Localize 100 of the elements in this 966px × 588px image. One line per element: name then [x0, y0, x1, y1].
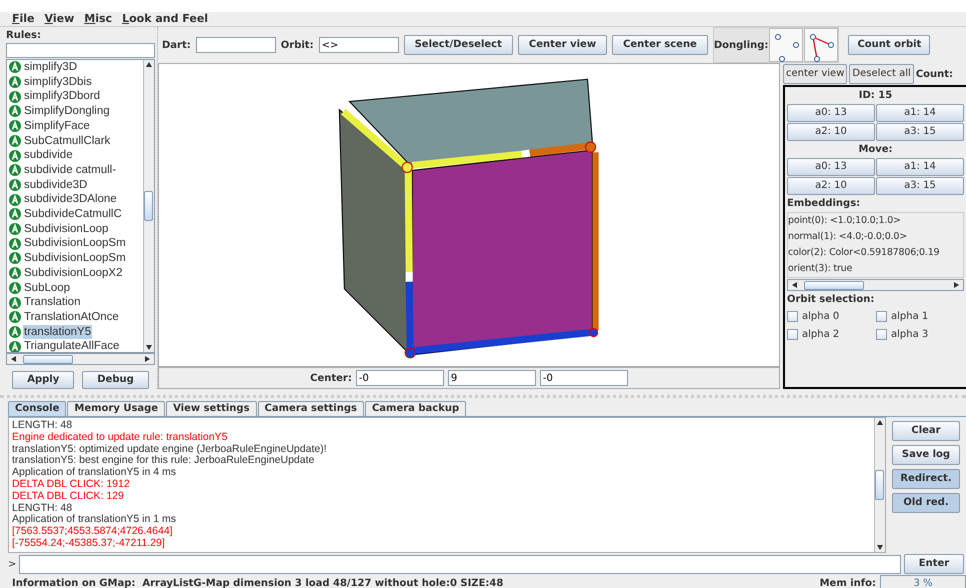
rule-icon — [9, 238, 21, 250]
console-button[interactable]: Redirect. — [892, 469, 960, 489]
toolbar-button[interactable]: Center scene — [612, 35, 708, 55]
console-button[interactable]: Save log — [892, 445, 960, 465]
alpha-button[interactable]: a0: 13 — [787, 158, 875, 176]
toolbar-button[interactable]: Select/Deselect — [404, 35, 513, 55]
enter-button[interactable]: Enter — [904, 554, 964, 574]
rule-icon — [9, 150, 21, 162]
command-field[interactable] — [19, 554, 901, 574]
console-line: Application of translationY5 in 1 ms — [12, 514, 178, 526]
rule-item[interactable]: SimplifyFace — [23, 118, 91, 134]
rule-item[interactable]: SubCatmullClark — [23, 134, 112, 148]
rule-item[interactable]: subdivide3DAlone — [23, 192, 118, 208]
center-coordinate-field[interactable]: -0 — [540, 370, 628, 386]
filter-field[interactable] — [6, 43, 155, 58]
count-label: Count: — [916, 68, 954, 82]
tab[interactable]: Camera backup — [364, 401, 466, 416]
checkbox[interactable] — [787, 311, 798, 322]
rule-item[interactable]: simplify3Dbord — [23, 89, 102, 104]
rule-item[interactable]: subdivide3D — [23, 178, 88, 192]
menu-item[interactable]: Misc — [84, 10, 112, 28]
rule-item[interactable]: TriangulateAllFace — [23, 339, 120, 352]
count-orbit-button[interactable]: Count orbit — [848, 35, 930, 55]
dongling-toggle[interactable] — [804, 28, 838, 62]
rule-icon — [9, 120, 21, 132]
status-info: Information on GMap: ArrayListG-Map dimension 3 load 48/127 without hole:0 SIZE:48 — [12, 576, 504, 588]
rule-item[interactable]: subdivide catmull- — [23, 162, 118, 178]
scrollbar-thumb[interactable] — [875, 470, 884, 500]
rule-icon — [9, 311, 21, 324]
console-button[interactable]: Clear — [892, 421, 960, 441]
tab[interactable]: View settings — [166, 401, 257, 416]
rule-item[interactable]: subdivide — [23, 148, 74, 163]
embeddings-label: Embeddings: — [787, 197, 862, 211]
center-coordinate-field[interactable]: 9 — [448, 370, 536, 386]
tab[interactable]: Camera settings — [258, 401, 364, 416]
alpha-button[interactable]: a0: 13 — [787, 104, 875, 122]
rule-icon — [9, 90, 21, 103]
rule-item[interactable]: SubdivisionLoopSm — [23, 236, 127, 252]
rule-item[interactable]: simplify3Dbis — [23, 74, 93, 90]
embedding-value: color(2): Color<0.59187806;0.19 — [788, 246, 940, 260]
dart-field[interactable] — [196, 37, 276, 53]
viewport-canvas[interactable] — [158, 63, 780, 367]
embedding-value: normal(1): <4.0;-0.0;0.0> — [788, 230, 908, 244]
console-button[interactable]: Old red. — [892, 493, 960, 513]
rule-icon — [9, 223, 21, 236]
scrollbar-thumb[interactable] — [804, 280, 864, 290]
scroll-down-icon[interactable] — [876, 543, 884, 551]
rule-item[interactable]: SubdivisionLoopSm — [23, 251, 127, 266]
scroll-up-icon[interactable] — [876, 419, 884, 427]
rule-item[interactable]: SimplifyDongling — [23, 104, 111, 119]
scrollbar-thumb[interactable] — [144, 191, 153, 221]
rule-action-button[interactable]: Apply — [12, 371, 74, 389]
console-line: LENGTH: 48 — [12, 420, 74, 432]
rule-icon — [9, 194, 21, 206]
tab[interactable]: Memory Usage — [67, 401, 166, 416]
checkbox[interactable] — [876, 329, 887, 340]
scroll-left-icon[interactable] — [10, 355, 18, 363]
checkbox-label: alpha 1 — [891, 310, 928, 324]
rule-action-button[interactable]: Debug — [82, 371, 149, 389]
scroll-right-icon[interactable] — [143, 355, 151, 363]
rule-item[interactable]: TranslationAtOnce — [23, 310, 120, 325]
scroll-left-icon[interactable] — [791, 281, 799, 289]
rule-icon — [9, 326, 21, 338]
console-line: LENGTH: 48 — [12, 502, 74, 514]
checkbox[interactable] — [787, 329, 798, 340]
scroll-down-icon[interactable] — [145, 343, 153, 351]
alpha-button[interactable]: a1: 14 — [876, 158, 964, 176]
scrollbar-thumb[interactable] — [23, 354, 73, 364]
mem-info-label: Mem info: — [820, 576, 876, 588]
alpha-button[interactable]: a2: 10 — [787, 123, 875, 141]
inspector-button[interactable]: center view — [783, 64, 848, 84]
toolbar-button[interactable]: Center view — [518, 35, 608, 55]
scroll-right-icon[interactable] — [952, 281, 960, 289]
dongling-label: Dongling: — [714, 38, 768, 52]
center-coordinate-field[interactable]: -0 — [356, 370, 444, 386]
orbit-field[interactable]: <> — [318, 37, 399, 53]
rule-item[interactable]: SubdivisionLoop — [23, 222, 110, 236]
alpha-button[interactable]: a2: 10 — [787, 177, 875, 195]
orbit-selection-label: Orbit selection: — [787, 293, 876, 307]
tab[interactable]: Console — [8, 401, 66, 416]
scroll-up-icon[interactable] — [145, 61, 153, 69]
embedding-value: orient(3): true — [788, 262, 854, 276]
inspector-button[interactable]: Deselect all — [849, 64, 914, 84]
dart-id-label: ID: 15 — [858, 89, 894, 103]
dongling-toggle[interactable] — [769, 28, 804, 62]
checkbox[interactable] — [876, 311, 887, 322]
rule-item[interactable]: SubdivideCatmullC — [23, 207, 123, 222]
rule-icon — [9, 76, 21, 88]
alpha-button[interactable]: a1: 14 — [876, 104, 964, 122]
rule-item[interactable]: SubdivisionLoopX2 — [23, 266, 124, 281]
rule-item[interactable]: simplify3D — [23, 60, 78, 75]
rule-item[interactable]: translationY5 — [23, 324, 92, 340]
menu-item[interactable]: File — [12, 10, 35, 28]
alpha-button[interactable]: a3: 15 — [876, 177, 964, 195]
menu-item[interactable]: View — [44, 10, 74, 28]
rule-item[interactable]: Translation — [23, 295, 82, 310]
alpha-button[interactable]: a3: 15 — [876, 123, 964, 141]
rule-item[interactable]: SubLoop — [23, 280, 72, 296]
console-line: translationY5: best engine for this rule: JerboaRuleEngineUpdate — [12, 455, 314, 467]
menu-item[interactable]: Look and Feel — [122, 10, 208, 28]
